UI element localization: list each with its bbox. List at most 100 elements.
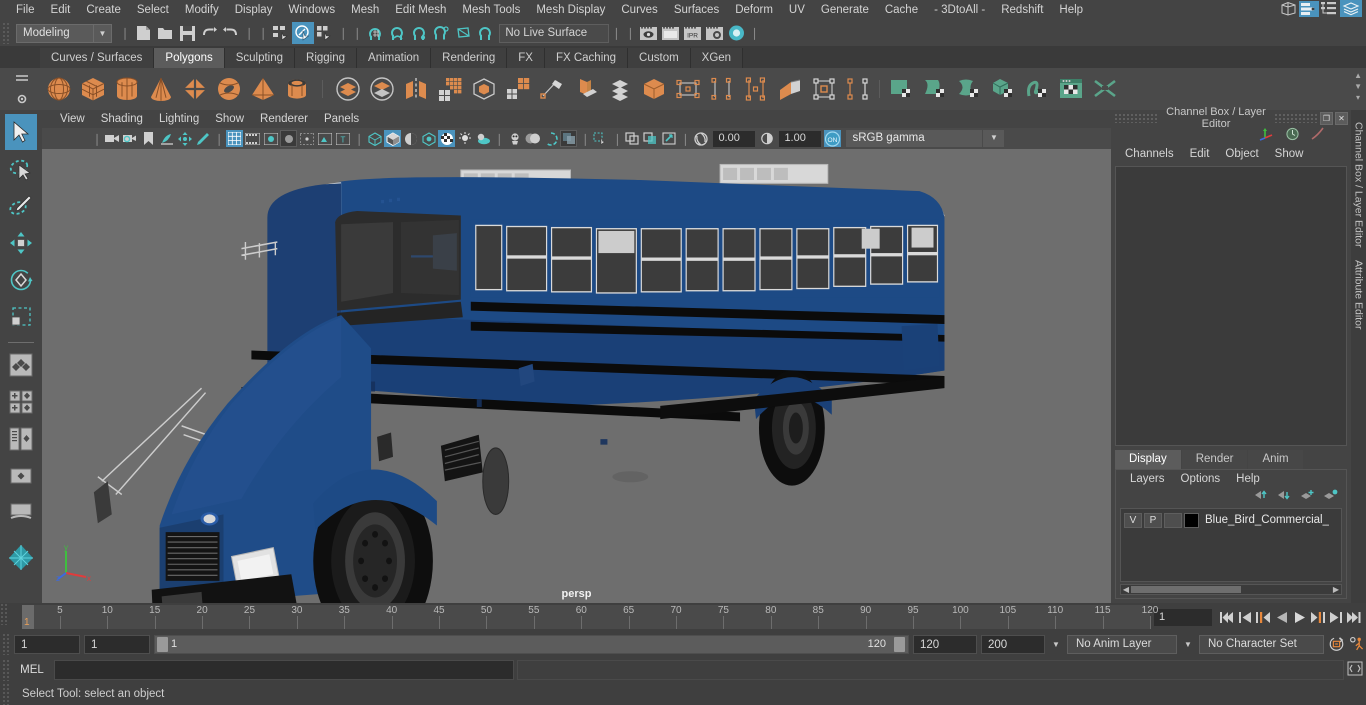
isolate-select-icon[interactable] [592, 130, 609, 147]
grease-pencil-icon[interactable] [194, 130, 211, 147]
menu-item-uv[interactable]: UV [781, 2, 813, 18]
range-start-handle[interactable] [157, 636, 168, 652]
go-to-end-icon[interactable] [1345, 608, 1362, 626]
timeslider-grip[interactable] [0, 603, 8, 625]
chevron-down-icon[interactable]: ▼ [93, 24, 111, 42]
resolution-gate-icon[interactable] [262, 130, 279, 147]
outliner-icon[interactable] [1321, 1, 1338, 20]
move-tool[interactable] [5, 225, 37, 261]
gamma-field[interactable]: 1.00 [779, 130, 822, 147]
smooth-shade-icon[interactable] [384, 130, 402, 147]
viewport-menu-renderer[interactable]: Renderer [252, 112, 316, 126]
quad-draw-icon[interactable] [637, 72, 671, 106]
menu-item-create[interactable]: Create [78, 2, 129, 18]
menu-item-generate[interactable]: Generate [813, 2, 877, 18]
poly-cube-icon[interactable] [76, 72, 110, 106]
auto-keyframe-icon[interactable] [1328, 635, 1345, 653]
menu-item-modify[interactable]: Modify [177, 2, 227, 18]
poly-pyramid-icon[interactable] [246, 72, 280, 106]
menu-item-deform[interactable]: Deform [727, 2, 781, 18]
cmdline-grip[interactable] [2, 659, 10, 681]
layer-playback-toggle[interactable]: P [1144, 512, 1162, 528]
select-tool[interactable] [5, 114, 37, 150]
rotate-tool[interactable] [5, 262, 37, 298]
tab-display-layers[interactable]: Display [1115, 450, 1181, 469]
chevron-down-icon-2[interactable]: ▼ [1181, 640, 1195, 649]
select-object-icon[interactable] [292, 22, 315, 44]
smooth-icon[interactable] [433, 72, 467, 106]
animation-end-field[interactable]: 200 [981, 634, 1045, 654]
menu-item-help[interactable]: Help [1051, 2, 1091, 18]
motion-blur-icon[interactable] [524, 130, 541, 147]
shadows-icon[interactable] [474, 130, 491, 147]
snap-to-projected-center-icon[interactable] [430, 22, 452, 44]
field-chart-icon[interactable] [298, 130, 315, 147]
tab-render-layers[interactable]: Render [1181, 450, 1248, 469]
depth-of-field-icon[interactable] [560, 130, 578, 147]
shelf-scroll-arrows[interactable]: ▲ ▼ ▾ [1354, 70, 1362, 103]
step-forward-keyframe-icon[interactable] [1327, 608, 1344, 626]
layer-visibility-toggle[interactable]: V [1124, 512, 1142, 528]
menu-item-windows[interactable]: Windows [280, 2, 343, 18]
statusbar-grip[interactable] [2, 22, 10, 44]
menu-item-mesh-tools[interactable]: Mesh Tools [454, 2, 528, 18]
wedge-face-icon[interactable] [807, 72, 841, 106]
viewport-menu-lighting[interactable]: Lighting [151, 112, 207, 126]
new-layer-icon[interactable] [1300, 489, 1315, 504]
channel-menu-object[interactable]: Object [1217, 147, 1266, 161]
gamma-icon[interactable] [758, 130, 775, 147]
menu-item-file[interactable]: File [8, 2, 43, 18]
poly-torus-icon[interactable] [212, 72, 246, 106]
mirror-geometry-icon[interactable] [399, 72, 433, 106]
rangebar-grip[interactable] [2, 633, 10, 655]
select-component-icon[interactable] [314, 22, 336, 44]
make-live-icon[interactable] [474, 22, 496, 44]
menu-item-redshift[interactable]: Redshift [993, 2, 1051, 18]
four-view-layout[interactable] [5, 384, 37, 420]
screen-space-ao-icon[interactable] [506, 130, 523, 147]
viewport-menu-view[interactable]: View [52, 112, 93, 126]
viewport-menu-shading[interactable]: Shading [93, 112, 151, 126]
attribute-editor-icon[interactable] [1299, 0, 1319, 20]
shelf-tab-curves-surfaces[interactable]: Curves / Surfaces [40, 48, 155, 68]
layer-row[interactable]: V P Blue_Bird_Commercial_ [1124, 512, 1338, 528]
render-settings-icon[interactable] [703, 22, 725, 44]
viewport-menu-show[interactable]: Show [207, 112, 252, 126]
textured-icon[interactable] [438, 130, 456, 147]
go-to-start-icon[interactable] [1219, 608, 1236, 626]
shelf-tab-sculpting[interactable]: Sculpting [224, 48, 296, 68]
save-scene-icon[interactable] [176, 22, 198, 44]
menu-item-display[interactable]: Display [227, 2, 281, 18]
play-forwards-icon[interactable] [1291, 608, 1308, 626]
shelf-tab-fx-caching[interactable]: FX Caching [544, 48, 629, 68]
boolean-icon[interactable] [467, 72, 501, 106]
safe-action-icon[interactable] [316, 130, 333, 147]
xray-joints-icon[interactable] [642, 130, 659, 147]
scrollbar-thumb[interactable] [1131, 586, 1241, 593]
chevron-up-icon[interactable]: ▲ [1354, 70, 1362, 81]
new-scene-icon[interactable] [132, 22, 154, 44]
sculpt-icon[interactable] [841, 72, 875, 106]
new-layer-from-selected-icon[interactable] [1323, 489, 1338, 504]
poly-cone-icon[interactable] [144, 72, 178, 106]
step-back-keyframe-icon[interactable] [1237, 608, 1254, 626]
tab-anim-layers[interactable]: Anim [1248, 450, 1303, 469]
snap-to-curve-icon[interactable] [386, 22, 408, 44]
bevel-icon[interactable] [535, 72, 569, 106]
animation-preferences-icon[interactable] [1349, 635, 1366, 653]
command-input[interactable] [54, 660, 514, 680]
scroll-right-icon[interactable]: ▶ [1331, 585, 1341, 594]
color-management-dropdown[interactable]: sRGB gamma [846, 130, 983, 147]
poly-sphere-icon[interactable] [42, 72, 76, 106]
chevron-down-icon[interactable]: ▼ [1354, 81, 1362, 92]
anim-layer-dropdown[interactable]: No Anim Layer [1067, 634, 1177, 654]
shelf-tab-custom[interactable]: Custom [628, 48, 691, 68]
poly-pipe-icon[interactable] [280, 72, 314, 106]
step-forward-frame-icon[interactable] [1309, 608, 1326, 626]
menuset-dropdown[interactable]: Modeling ▼ [16, 23, 112, 43]
layer-menu-options[interactable]: Options [1173, 473, 1229, 485]
2d-pan-zoom-icon[interactable] [176, 130, 193, 147]
channel-menu-show[interactable]: Show [1267, 147, 1312, 161]
poly-plane-icon[interactable] [178, 72, 212, 106]
channel-menu-edit[interactable]: Edit [1182, 147, 1218, 161]
